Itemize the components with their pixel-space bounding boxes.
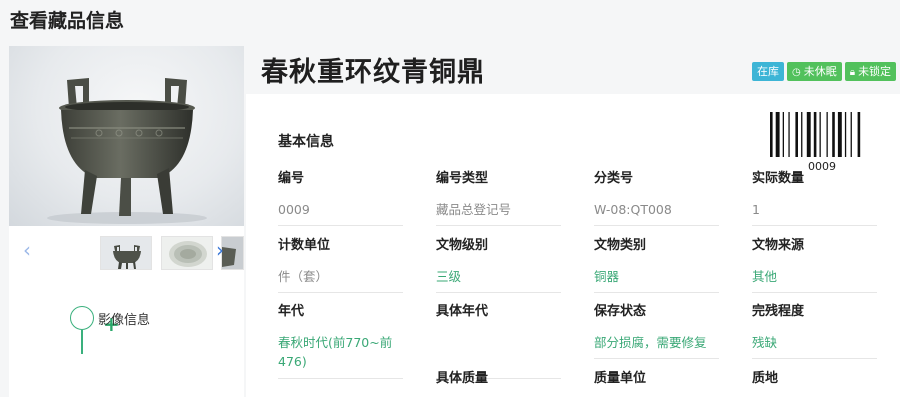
field-mass-unit: 质量单位: [594, 367, 719, 386]
field-label: 计数单位: [278, 238, 331, 253]
thumbnail-3[interactable]: [221, 236, 244, 270]
not-dormant-badge: ◷ 未休眠: [787, 62, 842, 81]
bronze-ding-illustration: [47, 78, 207, 224]
page-title: 查看藏品信息: [10, 10, 125, 32]
field-material: 质地: [752, 367, 877, 386]
barcode-bar: [850, 112, 852, 157]
barcode-bar: [801, 112, 803, 157]
field-label: 文物来源: [752, 238, 805, 253]
field-number: 编号 0009: [278, 167, 403, 226]
field-value: 春秋时代(前770~前476): [278, 333, 403, 379]
barcode-bar: [775, 112, 780, 157]
barcode-bar: [813, 112, 817, 157]
field-value: 件（套）: [278, 267, 403, 293]
field-count-unit: 计数单位 件（套）: [278, 234, 403, 293]
field-value: 残缺: [752, 333, 877, 359]
field-label: 具体质量: [436, 371, 489, 386]
field-label: 质量单位: [594, 371, 647, 386]
field-label: 编号类型: [436, 171, 489, 186]
barcode-bar: [782, 112, 784, 157]
field-label: 具体年代: [436, 304, 489, 319]
field-value: 其他: [752, 267, 877, 293]
thumbnail-2[interactable]: [161, 236, 213, 270]
field-label: 年代: [278, 304, 305, 319]
barcode-bar: [788, 112, 790, 157]
field-specific-mass: 具体质量: [436, 367, 561, 386]
field-relic-level: 文物级别 三级: [436, 234, 561, 293]
timeline-node-icon: [70, 306, 94, 330]
field-value: 藏品总登记号: [436, 200, 561, 226]
field-label: 分类号: [594, 171, 634, 186]
field-value: W-08:QT008: [594, 200, 719, 226]
field-number-type: 编号类型 藏品总登记号: [436, 167, 561, 226]
field-actual-quantity: 实际数量 1: [752, 167, 877, 226]
field-value: 部分损腐，需要修复: [594, 333, 719, 359]
field-relic-category: 文物类别 铜器: [594, 234, 719, 293]
image-info-label[interactable]: 影像信息: [98, 309, 150, 328]
status-badges: 在库 ◷ 未休眠 🔒︎ 未锁定: [752, 62, 899, 82]
field-label: 实际数量: [752, 171, 805, 186]
thumbnail-1[interactable]: [100, 236, 152, 270]
barcode-bar: [795, 112, 798, 157]
field-label: 质地: [752, 371, 779, 386]
barcode-bar: [857, 112, 861, 157]
in-stock-badge: 在库: [752, 62, 784, 81]
field-label: 文物级别: [436, 238, 489, 253]
barcode-bar: [770, 112, 773, 157]
field-value: 铜器: [594, 267, 719, 293]
field-era: 年代 春秋时代(前770~前476): [278, 300, 403, 379]
barcode-bar: [844, 112, 847, 157]
barcode-bar: [819, 112, 821, 157]
next-arrow-icon[interactable]: ›: [216, 240, 224, 260]
field-label: 保存状态: [594, 304, 647, 319]
section-heading-basic-info: 基本信息: [278, 134, 334, 150]
main-object-photo[interactable]: [9, 46, 244, 226]
field-classification: 分类号 W-08:QT008: [594, 167, 719, 226]
prev-arrow-icon[interactable]: ‹: [23, 240, 31, 260]
timeline-connector: [81, 330, 83, 354]
not-locked-badge: 🔒︎ 未锁定: [844, 62, 897, 81]
barcode-bar: [832, 112, 835, 157]
field-preservation-status: 保存状态 部分损腐，需要修复: [594, 300, 719, 359]
lock-icon: 🔒︎: [849, 67, 856, 78]
field-label: 文物类别: [594, 238, 647, 253]
field-label: 完残程度: [752, 304, 805, 319]
field-relic-source: 文物来源 其他: [752, 234, 877, 293]
clock-icon: ◷: [792, 67, 801, 78]
field-label: 编号: [278, 171, 305, 186]
thumbnail-strip: ‹ ›: [9, 232, 244, 272]
barcode-bar: [806, 112, 811, 157]
field-value: 三级: [436, 267, 561, 293]
field-completeness: 完残程度 残缺: [752, 300, 877, 359]
image-gallery-panel: ‹ › +: [9, 46, 244, 397]
barcode-bar: [837, 112, 842, 157]
field-value: 0009: [278, 200, 403, 226]
barcode: [770, 112, 861, 157]
barcode-bar: [826, 112, 828, 157]
field-value: 1: [752, 200, 877, 226]
object-title: 春秋重环纹青铜鼎: [261, 57, 485, 88]
